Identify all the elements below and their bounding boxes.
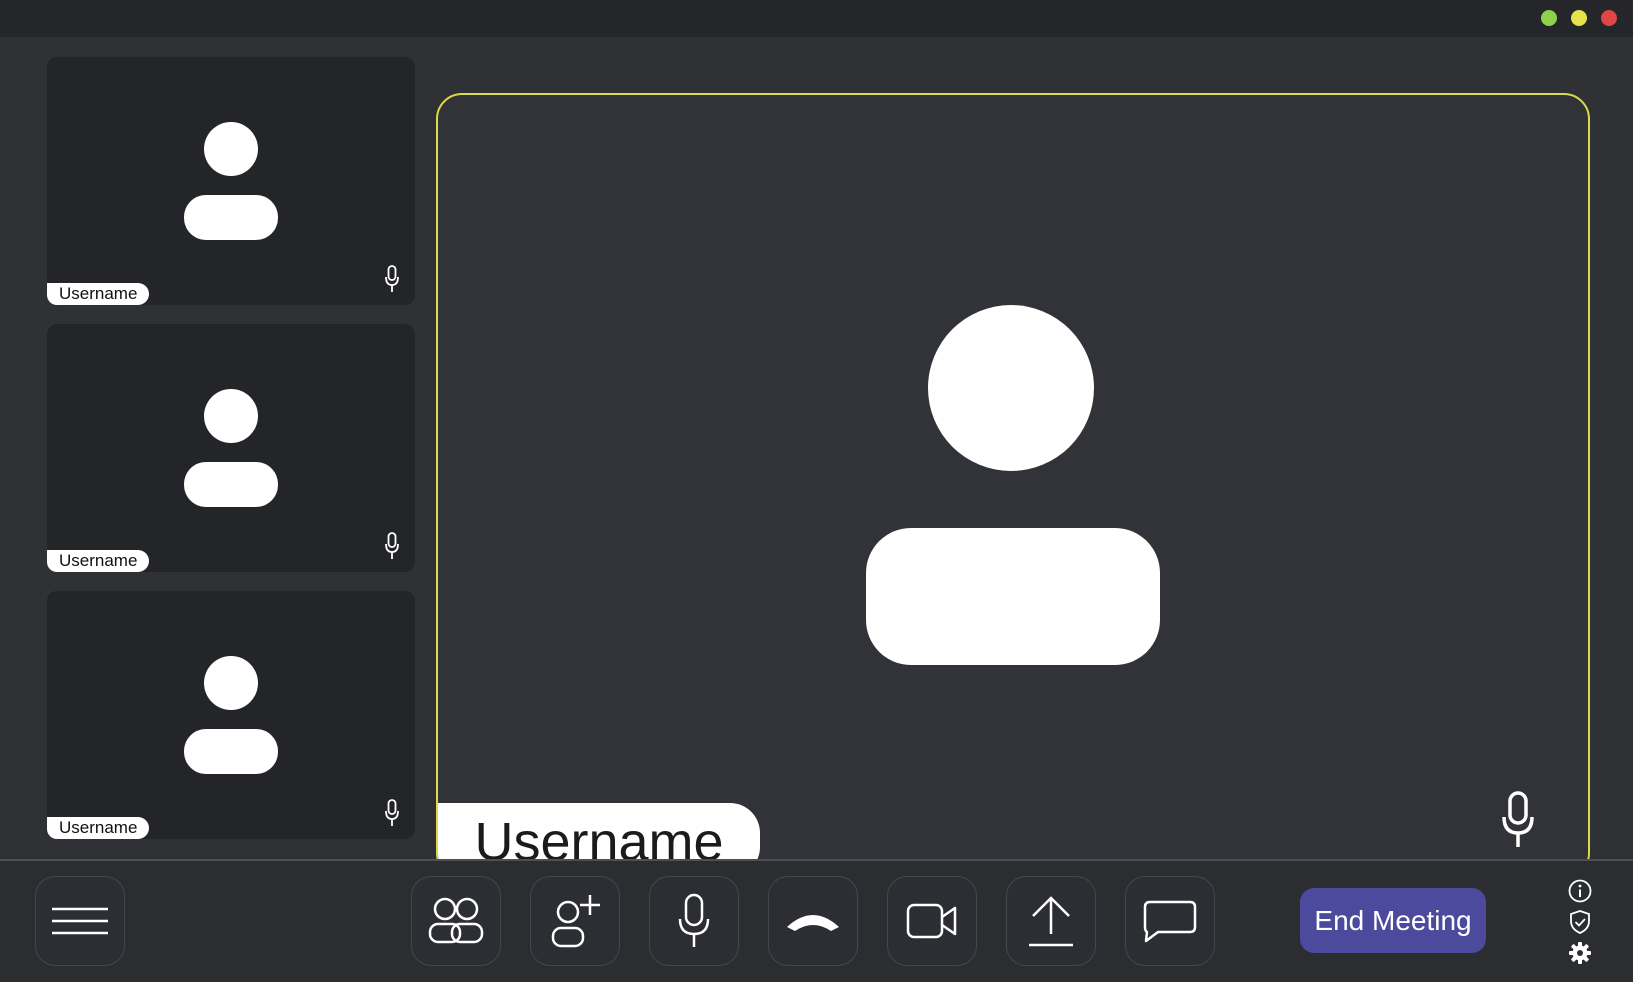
window-title-bar — [0, 0, 1633, 37]
end-meeting-button[interactable]: End Meeting — [1300, 888, 1486, 953]
participant-tile[interactable]: Username — [47, 591, 415, 839]
avatar-body — [184, 462, 278, 507]
close-window-button[interactable] — [1601, 10, 1617, 26]
hang-up-button[interactable] — [768, 876, 858, 966]
hang-up-icon — [787, 915, 839, 931]
menu-button[interactable] — [35, 876, 125, 966]
minimize-window-button[interactable] — [1571, 10, 1587, 26]
participant-tile[interactable]: Username — [47, 57, 415, 305]
avatar-head — [928, 305, 1094, 471]
add-participant-button[interactable] — [530, 876, 620, 966]
avatar-head — [204, 656, 258, 710]
chat-button[interactable] — [1125, 876, 1215, 966]
maximize-window-button[interactable] — [1541, 10, 1557, 26]
chat-icon — [1143, 900, 1197, 943]
meeting-toolbar: End Meeting — [0, 859, 1633, 982]
active-speaker-video[interactable]: Username — [436, 93, 1590, 879]
microphone-icon — [1502, 791, 1534, 847]
avatar-body — [866, 528, 1160, 665]
video-camera-icon — [906, 903, 957, 939]
avatar-body — [184, 195, 278, 240]
shield-icon[interactable] — [1567, 909, 1593, 935]
participant-name-label: Username — [47, 550, 150, 572]
share-upload-icon — [1029, 896, 1073, 947]
video-button[interactable] — [887, 876, 977, 966]
microphone-icon — [678, 893, 710, 947]
participant-tile[interactable]: Username — [47, 324, 415, 572]
participants-button[interactable] — [411, 876, 501, 966]
participant-name-label: Username — [47, 817, 150, 839]
microphone-icon — [385, 799, 399, 826]
participants-icon — [428, 897, 484, 944]
microphone-icon — [385, 265, 399, 292]
hamburger-icon — [52, 907, 108, 935]
participant-name-label: Username — [47, 283, 150, 305]
avatar-head — [204, 389, 258, 443]
add-user-icon — [551, 895, 600, 948]
microphone-icon — [385, 532, 399, 559]
avatar-head — [204, 122, 258, 176]
info-icon[interactable] — [1567, 878, 1593, 904]
avatar-body — [184, 729, 278, 774]
meeting-stage: Username Username Username Username — [0, 37, 1633, 879]
settings-gear-icon[interactable] — [1567, 940, 1593, 966]
share-screen-button[interactable] — [1006, 876, 1096, 966]
mute-button[interactable] — [649, 876, 739, 966]
